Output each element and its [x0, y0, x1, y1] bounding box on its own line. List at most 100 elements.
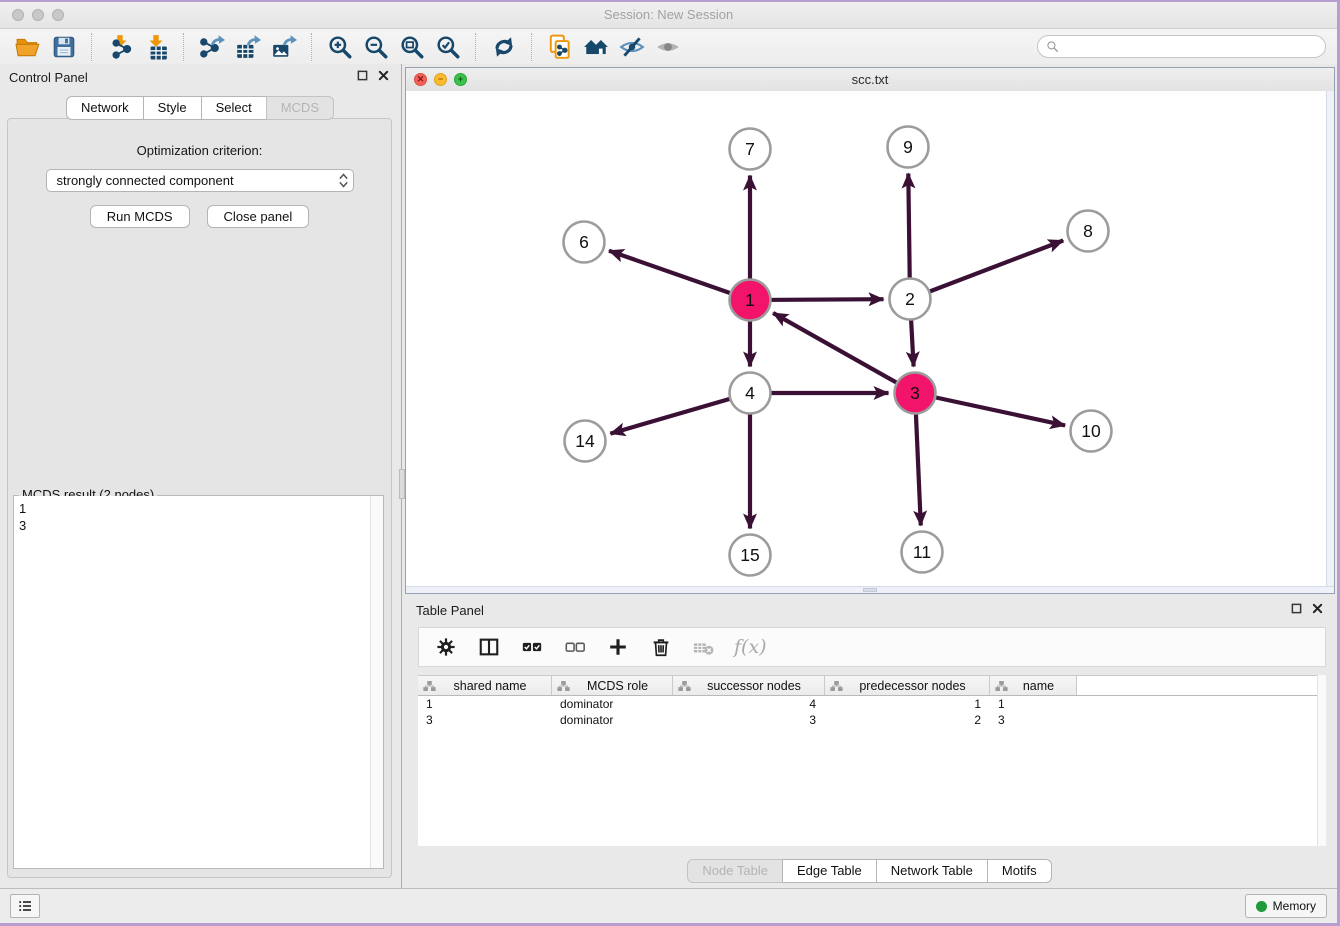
column-header-shared-name[interactable]: shared name [418, 676, 552, 695]
select-all-icon[interactable] [519, 634, 545, 660]
graph-node-7[interactable]: 7 [730, 129, 771, 170]
float-panel-icon[interactable] [357, 70, 368, 81]
column-header-predecessor-nodes[interactable]: predecessor nodes [825, 676, 990, 695]
control-panel: Control Panel NetworkStyleSelectMCDS Opt… [0, 64, 402, 888]
column-header-successor-nodes[interactable]: successor nodes [673, 676, 825, 695]
export-image-icon[interactable] [266, 32, 302, 62]
svg-text:4: 4 [745, 383, 755, 403]
table-cell[interactable]: dominator [552, 713, 673, 727]
open-session-icon[interactable] [10, 32, 46, 62]
memory-button[interactable]: Memory [1245, 894, 1327, 918]
graph-node-4[interactable]: 4 [730, 373, 771, 414]
unselect-all-icon[interactable] [562, 634, 588, 660]
settings-icon[interactable] [433, 634, 459, 660]
float-table-panel-icon[interactable] [1291, 603, 1302, 614]
run-mcds-button[interactable]: Run MCDS [90, 205, 190, 228]
clone-network-icon[interactable] [542, 32, 578, 62]
graph-node-14[interactable]: 14 [565, 421, 606, 462]
close-table-panel-icon[interactable] [1312, 603, 1323, 614]
delete-table-icon[interactable] [691, 634, 717, 660]
tab-select[interactable]: Select [201, 96, 267, 120]
network-graph[interactable]: 7 9 6 8 1 2 4 3 14 10 15 11 [406, 91, 1327, 588]
search-input[interactable] [1064, 38, 1325, 55]
graph-node-6[interactable]: 6 [564, 222, 605, 263]
import-network-icon[interactable] [102, 32, 138, 62]
tab-network-table[interactable]: Network Table [876, 859, 988, 883]
network-window-titlebar[interactable]: ✕ − + scc.txt [406, 68, 1334, 92]
graph-edge-3-1[interactable] [773, 313, 915, 393]
optimization-criterion-select[interactable]: strongly connected component [46, 169, 354, 192]
graph-edge-2-8[interactable] [910, 241, 1063, 300]
zoom-selected-icon[interactable] [430, 32, 466, 62]
table-cell[interactable]: 3 [990, 713, 1077, 727]
search-box[interactable] [1037, 35, 1326, 58]
function-builder-icon[interactable]: f(x) [734, 636, 767, 658]
add-column-icon[interactable] [605, 634, 631, 660]
refresh-view-icon[interactable] [486, 32, 522, 62]
table-cell[interactable]: 4 [673, 697, 825, 711]
network-resize-grip[interactable] [863, 588, 877, 592]
graph-edge-4-14[interactable] [610, 393, 750, 434]
export-network-icon[interactable] [194, 32, 230, 62]
svg-text:6: 6 [579, 232, 589, 252]
task-history-button[interactable] [10, 894, 40, 918]
tab-style[interactable]: Style [143, 96, 202, 120]
tab-node-table[interactable]: Node Table [687, 859, 783, 883]
table-cell[interactable]: 1 [825, 697, 990, 711]
zoom-fit-icon[interactable] [394, 32, 430, 62]
graph-node-15[interactable]: 15 [730, 535, 771, 576]
save-session-icon[interactable] [46, 32, 82, 62]
table-cell[interactable]: 2 [825, 713, 990, 727]
table-row[interactable]: 3dominator323 [418, 712, 1326, 728]
import-table-icon[interactable] [138, 32, 174, 62]
panel-divider-grip[interactable] [399, 469, 405, 499]
table-scrollbar[interactable] [1317, 675, 1326, 846]
column-header-MCDS-role[interactable]: MCDS role [552, 676, 673, 695]
mcds-result-fieldset: MCDS result (2 nodes) 1 3 [13, 495, 384, 869]
graph-edge-3-10[interactable] [915, 393, 1065, 425]
split-view-icon[interactable] [476, 634, 502, 660]
zoom-in-icon[interactable] [322, 32, 358, 62]
tab-mcds[interactable]: MCDS [266, 96, 334, 120]
export-table-icon[interactable] [230, 32, 266, 62]
close-panel-icon[interactable] [378, 70, 389, 81]
table-panel: Table Panel f(x) shared nameMCDS rolesuc… [405, 597, 1335, 888]
tab-edge-table[interactable]: Edge Table [782, 859, 877, 883]
graph-node-1[interactable]: 1 [730, 280, 771, 321]
hide-selected-icon[interactable] [614, 32, 650, 62]
window-title: Session: New Session [0, 7, 1337, 22]
list-icon [16, 898, 34, 914]
table-cell[interactable]: 1 [990, 697, 1077, 711]
memory-label: Memory [1273, 899, 1316, 913]
table-cell[interactable]: 3 [673, 713, 825, 727]
graph-node-10[interactable]: 10 [1071, 411, 1112, 452]
result-scrollbar[interactable] [370, 496, 383, 868]
column-header-name[interactable]: name [990, 676, 1077, 695]
tab-motifs[interactable]: Motifs [987, 859, 1052, 883]
network-window-title: scc.txt [406, 72, 1334, 87]
table-cell[interactable]: 1 [418, 697, 552, 711]
delete-column-icon[interactable] [648, 634, 674, 660]
table-cell[interactable]: dominator [552, 697, 673, 711]
toolbar-separator [531, 33, 533, 61]
network-right-scrollbar[interactable] [1326, 91, 1334, 587]
network-canvas[interactable]: 7 9 6 8 1 2 4 3 14 10 15 11 [406, 91, 1334, 593]
graph-node-11[interactable]: 11 [902, 532, 943, 573]
tab-network[interactable]: Network [66, 96, 144, 120]
show-all-icon[interactable] [650, 32, 686, 62]
table-cell[interactable]: 3 [418, 713, 552, 727]
mcds-result-text[interactable]: 1 3 [14, 496, 371, 868]
graph-node-2[interactable]: 2 [890, 279, 931, 320]
network-home-icon[interactable] [578, 32, 614, 62]
graph-node-3[interactable]: 3 [895, 373, 936, 414]
graph-edge-1-6[interactable] [609, 251, 750, 300]
graph-node-8[interactable]: 8 [1068, 211, 1109, 252]
close-panel-button[interactable]: Close panel [207, 205, 310, 228]
graph-node-9[interactable]: 9 [888, 127, 929, 168]
application-window: Session: New Session Control Panel Netwo… [0, 2, 1337, 923]
network-view-window: ✕ − + scc.txt 7 9 6 8 1 2 4 3 14 10 15 11 [405, 67, 1335, 594]
table-row[interactable]: 1dominator411 [418, 696, 1326, 712]
control-panel-tabs: NetworkStyleSelectMCDS [0, 96, 401, 120]
search-icon [1046, 40, 1059, 53]
zoom-out-icon[interactable] [358, 32, 394, 62]
